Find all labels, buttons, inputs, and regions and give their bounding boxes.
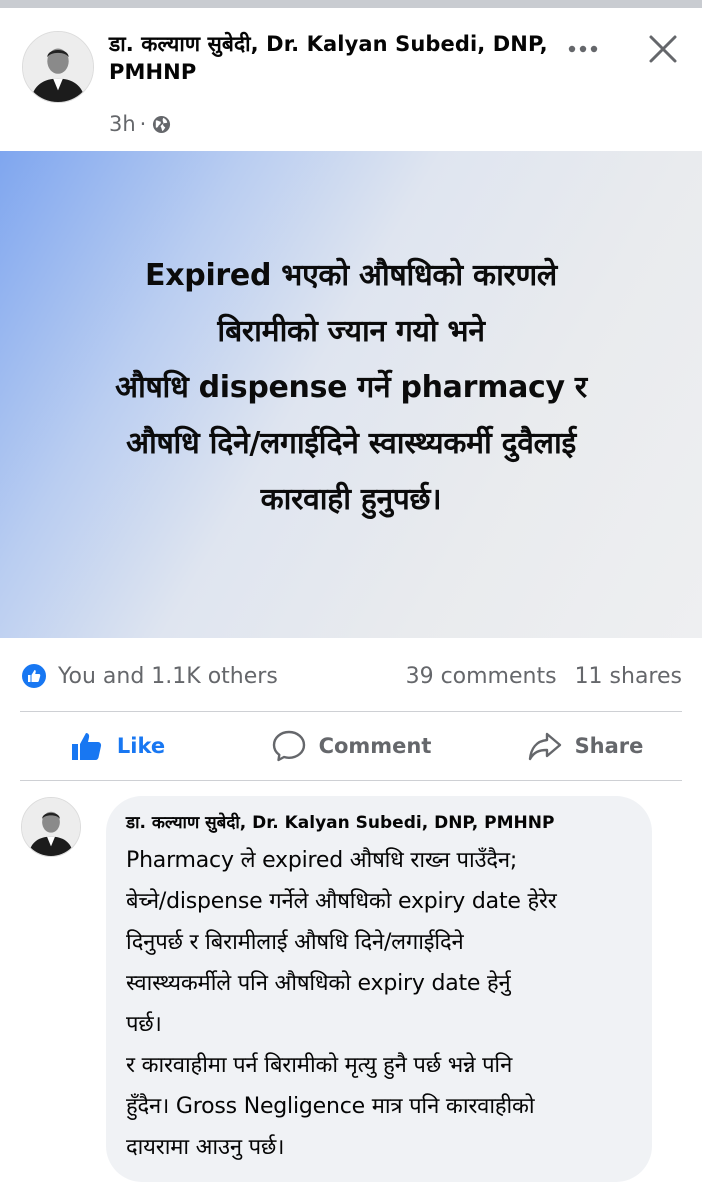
- action-bar: Like Comment Share: [0, 712, 702, 780]
- top-strip: [0, 0, 702, 8]
- shares-count[interactable]: 11 shares: [575, 664, 682, 689]
- like-label: Like: [116, 734, 166, 758]
- reactions-bar: You and 1.1K others 39 comments 11 share…: [20, 658, 682, 694]
- comment-label: Comment: [318, 734, 432, 758]
- post-time[interactable]: 3h: [109, 112, 136, 136]
- comment-author[interactable]: डा. कल्याण सुबेदी, Dr. Kalyan Subedi, DN…: [126, 810, 632, 836]
- comment-button[interactable]: Comment: [234, 712, 468, 780]
- divider-bottom: [20, 780, 682, 781]
- comment-text: Pharmacy ले expired औषधि राख्न पाउँदैन; …: [126, 848, 557, 1160]
- share-button[interactable]: Share: [468, 712, 702, 780]
- like-reaction-icon: [20, 662, 48, 690]
- author-avatar[interactable]: [22, 31, 94, 103]
- avatar-photo-icon: [23, 32, 93, 102]
- post-image[interactable]: Expired भएको औषधिको कारणले बिरामीको ज्या…: [0, 151, 702, 638]
- comment-icon: [272, 730, 305, 762]
- more-options-icon[interactable]: [566, 34, 600, 64]
- share-label: Share: [574, 734, 644, 758]
- like-icon: [71, 733, 101, 760]
- avatar-photo-icon: [22, 798, 80, 856]
- meta-separator: ·: [139, 112, 147, 136]
- close-icon[interactable]: [647, 33, 679, 65]
- globe-icon: [152, 115, 171, 134]
- comment-bubble[interactable]: डा. कल्याण सुबेदी, Dr. Kalyan Subedi, DN…: [106, 796, 652, 1182]
- like-button[interactable]: Like: [0, 712, 234, 780]
- reactions-summary[interactable]: You and 1.1K others: [58, 664, 278, 689]
- comments-count[interactable]: 39 comments: [406, 664, 557, 689]
- author-name[interactable]: डा. कल्याण सुबेदी, Dr. Kalyan Subedi, DN…: [109, 30, 549, 86]
- commenter-avatar[interactable]: [21, 797, 81, 857]
- post-meta: 3h ·: [109, 112, 171, 136]
- share-icon: [528, 732, 561, 761]
- post-image-text: Expired भएको औषधिको कारणले बिरामीको ज्या…: [115, 257, 587, 517]
